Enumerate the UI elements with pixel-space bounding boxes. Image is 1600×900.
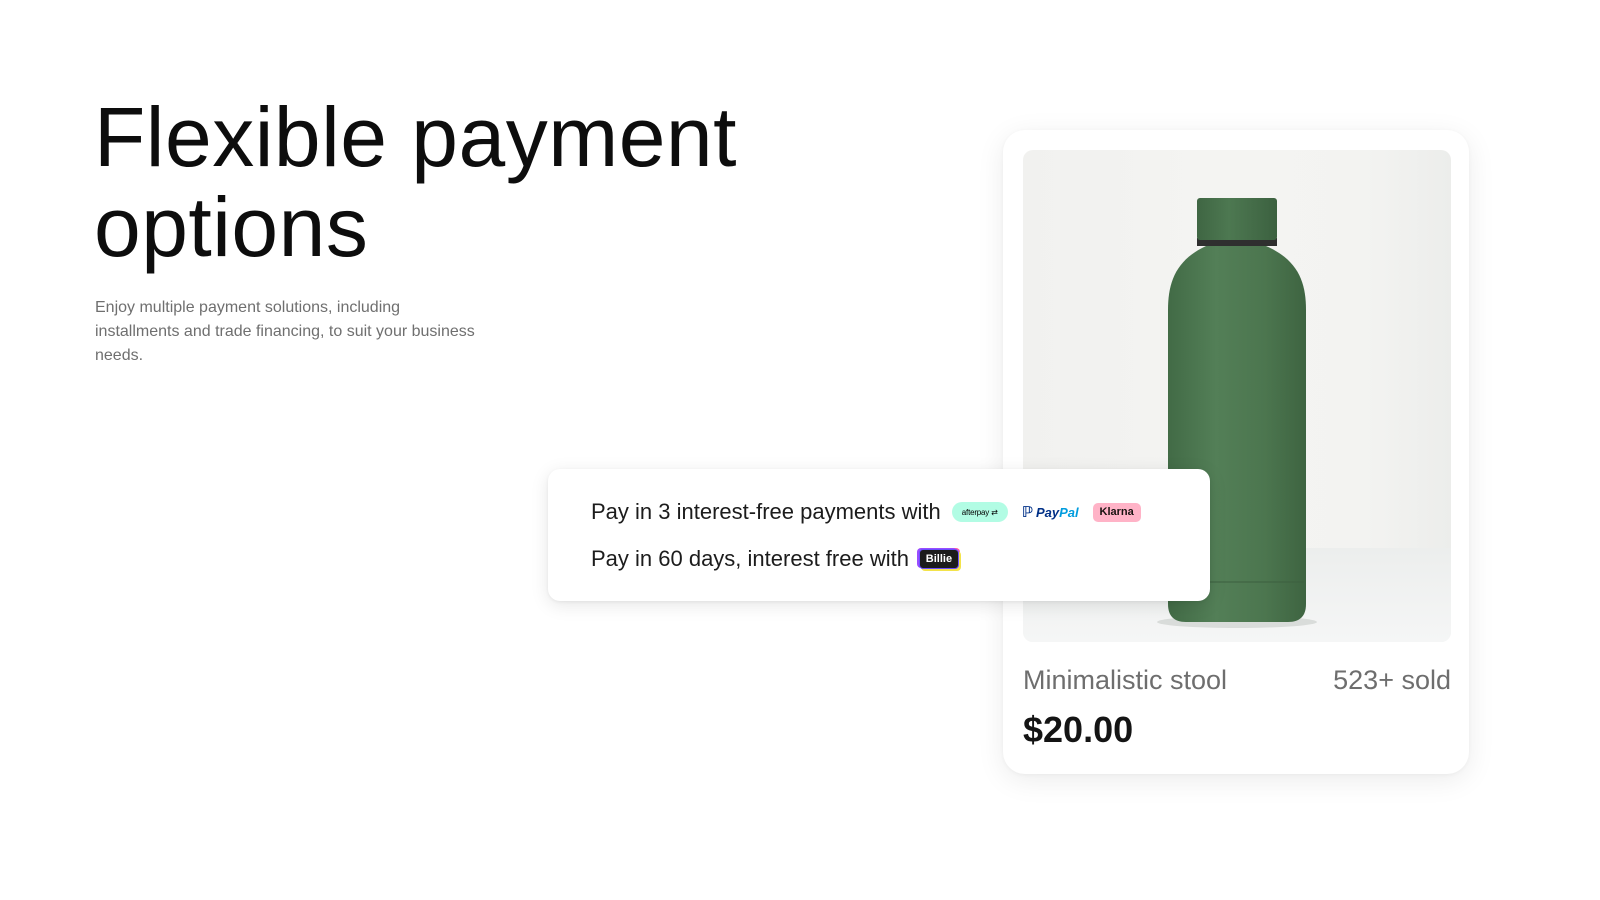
paypal-logo: ℙ Pay Pal	[1022, 502, 1079, 522]
installments-text: Pay in 3 interest-free payments with	[591, 499, 941, 524]
page: Flexible payment options Enjoy multiple …	[0, 0, 1600, 900]
installments-row: Pay in 3 interest-free payments with aft…	[591, 497, 1141, 527]
trade-financing-row: Pay in 60 days, interest free with Billi…	[591, 544, 959, 574]
klarna-logo-text: Klarna	[1099, 506, 1134, 518]
billie-logo-text: Billie	[925, 553, 953, 565]
product-price: $20.00	[1023, 709, 1134, 750]
bottle-cap	[1197, 198, 1277, 240]
product-card[interactable]: Minimalistic stool 523+ sold $20.00	[1003, 130, 1469, 774]
afterpay-logo: afterpay ⇄	[951, 502, 1008, 522]
payment-options-panel: Pay in 3 interest-free payments with aft…	[548, 469, 1210, 601]
paypal-logo-pay: Pay	[1035, 504, 1060, 520]
paypal-logo-pal: Pal	[1059, 504, 1079, 520]
afterpay-arrows-icon: ⇄	[991, 507, 998, 517]
paypal-p-icon: ℙ	[1021, 504, 1033, 521]
page-title: Flexible payment options	[94, 92, 854, 272]
billie-logo: Billie	[918, 549, 959, 569]
title-line-2: options	[94, 180, 369, 274]
title-line-1: Flexible payment	[94, 90, 737, 184]
afterpay-logo-text: afterpay	[961, 507, 990, 517]
product-name[interactable]: Minimalistic stool	[1023, 664, 1227, 696]
trade-financing-text: Pay in 60 days, interest free with	[591, 546, 909, 571]
page-description: Enjoy multiple payment solutions, includ…	[95, 299, 475, 364]
sold-count: 523+ sold	[1333, 665, 1451, 695]
klarna-logo: Klarna	[1092, 502, 1141, 522]
